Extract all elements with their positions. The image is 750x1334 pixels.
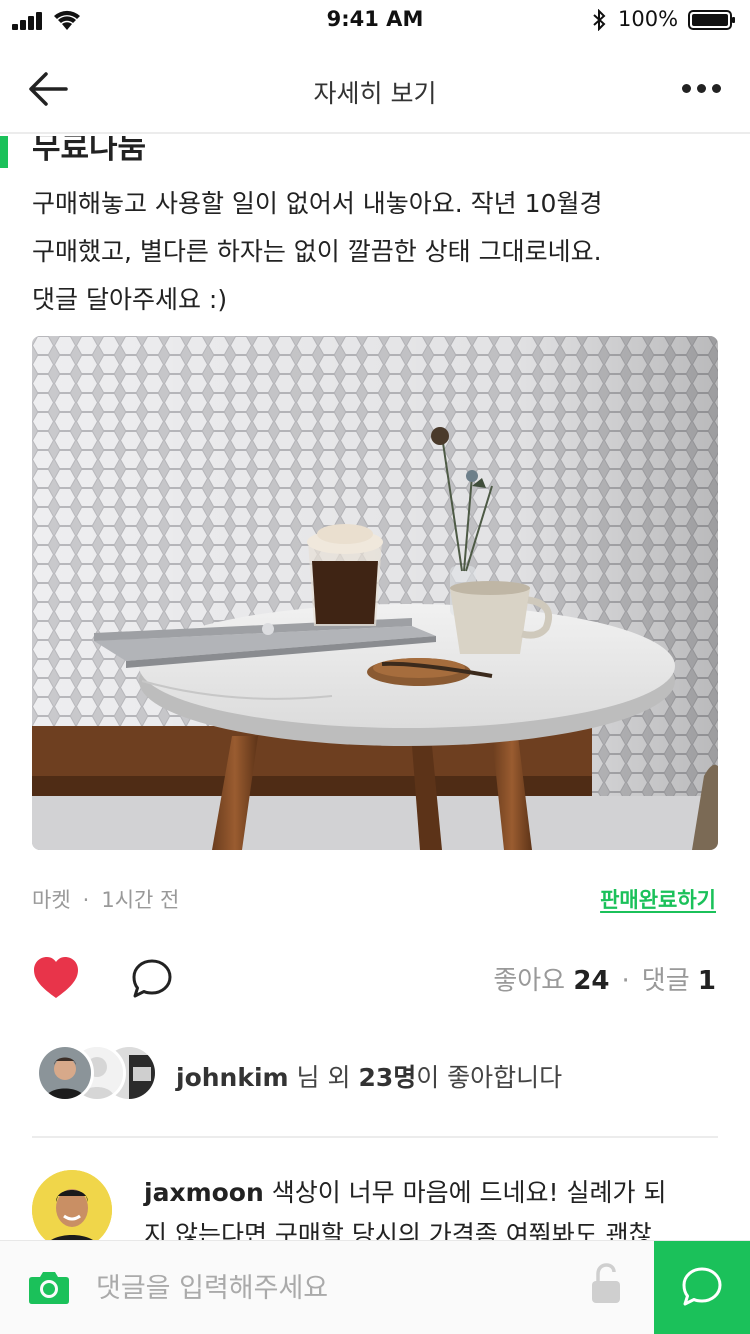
send-bubble-icon bbox=[682, 1267, 722, 1306]
separator-dot: · bbox=[82, 888, 90, 912]
liker-others-count[interactable]: 23명 bbox=[358, 1063, 416, 1092]
mark-as-sold-link[interactable]: 판매완료하기 bbox=[600, 884, 716, 914]
more-options-icon[interactable] bbox=[680, 80, 724, 98]
post-body-line: 구매했고, 별다른 하자는 없이 깔끔한 상태 그대로네요. bbox=[32, 237, 602, 266]
battery-icon bbox=[688, 10, 735, 30]
comment-line: jaxmoon 색상이 너무 마음에 드네요! 실례가 되 bbox=[144, 1172, 714, 1214]
heart-icon[interactable] bbox=[32, 956, 80, 1000]
send-button[interactable] bbox=[654, 1241, 750, 1334]
post-body-line: 구매해놓고 사용할 일이 없어서 내놓아요. 작년 10월경 bbox=[32, 189, 603, 218]
liked-by-suffix: 이 좋아합니다 bbox=[416, 1063, 563, 1092]
liker-avatars[interactable] bbox=[36, 1044, 160, 1104]
liked-by-mid: 님 외 bbox=[288, 1063, 359, 1092]
divider bbox=[32, 1136, 718, 1138]
status-bar: 9:41 AM 100% bbox=[0, 0, 750, 40]
comments-count: 1 bbox=[697, 966, 716, 996]
post-category: 마켓 bbox=[32, 888, 71, 912]
comment-text-1: 색상이 너무 마음에 드네요! 실례가 되 bbox=[263, 1178, 667, 1207]
liked-by-summary: johnkim 님 외 23명이 좋아합니다 bbox=[176, 1058, 562, 1094]
post-photo[interactable] bbox=[32, 336, 718, 850]
comment-author[interactable]: jaxmoon bbox=[144, 1178, 264, 1207]
post-title: 무료나눔 bbox=[32, 136, 147, 166]
post-time: 1시간 전 bbox=[101, 888, 180, 912]
camera-icon[interactable] bbox=[28, 1269, 70, 1305]
battery-percentage: 100% bbox=[618, 7, 679, 31]
avatar bbox=[36, 1044, 94, 1102]
comments-label: 댓글 bbox=[641, 966, 690, 996]
page-title: 자세히 보기 bbox=[313, 79, 437, 108]
bluetooth-icon bbox=[593, 9, 606, 31]
likes-label: 좋아요 bbox=[493, 966, 566, 996]
navigation-bar: 자세히 보기 bbox=[0, 44, 750, 134]
unlock-icon[interactable] bbox=[590, 1263, 622, 1305]
liker-username[interactable]: johnkim bbox=[176, 1063, 289, 1092]
post-meta: 마켓 · 1시간 전 bbox=[32, 884, 179, 914]
comment-bubble-icon[interactable] bbox=[130, 958, 174, 1000]
engagement-counts: 좋아요 24 · 댓글 1 bbox=[493, 960, 716, 997]
likes-count: 24 bbox=[573, 966, 610, 996]
commenter-avatar[interactable] bbox=[32, 1170, 112, 1250]
post-body: 구매해놓고 사용할 일이 없어서 내놓아요. 작년 10월경 구매했고, 별다른… bbox=[32, 180, 722, 324]
post-body-line: 댓글 달아주세요 :) bbox=[32, 285, 228, 314]
comment-input[interactable] bbox=[96, 1265, 556, 1311]
comment-input-bar bbox=[0, 1240, 750, 1334]
post-title-container: 무료나눔 bbox=[0, 136, 750, 166]
separator-dot: · bbox=[621, 966, 630, 996]
